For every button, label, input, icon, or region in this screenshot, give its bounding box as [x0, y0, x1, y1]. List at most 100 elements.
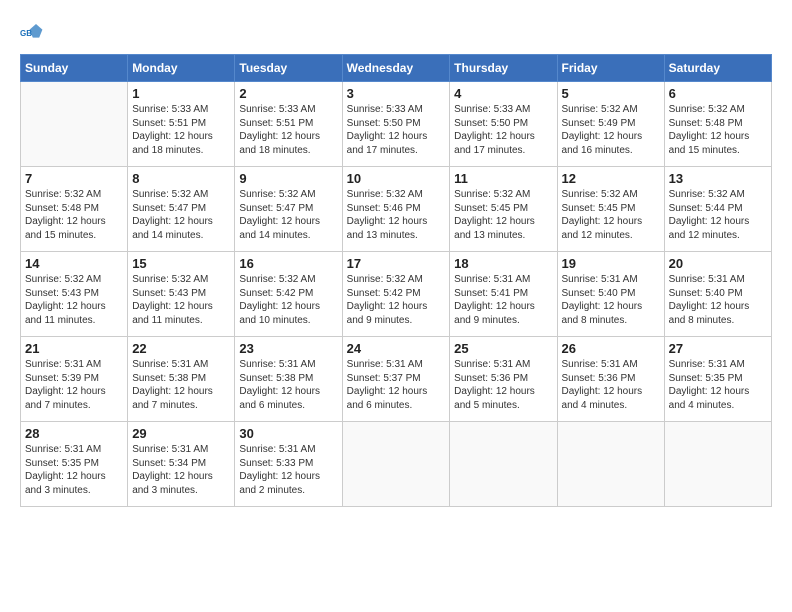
day-number: 14: [25, 256, 123, 271]
day-info: Sunrise: 5:31 AM Sunset: 5:35 PM Dayligh…: [25, 443, 123, 497]
calendar-cell: 15Sunrise: 5:32 AM Sunset: 5:43 PM Dayli…: [128, 252, 235, 337]
calendar-cell: 2 Sunrise: 5:33 AM Sunset: 5:51 PM Daylig…: [235, 82, 342, 167]
calendar-cell: 12 Sunrise: 5:32 AM Sunset: 5:45 PM Dayli…: [557, 167, 664, 252]
calendar-cell: 18 Sunrise: 5:31 AM Sunset: 5:41 PM Dayli…: [450, 252, 557, 337]
calendar-week-row: 1 Sunrise: 5:33 AM Sunset: 5:51 PM Daylig…: [21, 82, 772, 167]
day-number: 4: [454, 86, 552, 101]
day-info: Sunrise: 5:31 AM Sunset: 5:40 PM Dayligh…: [562, 273, 660, 327]
day-info: Sunrise: 5:32 AM Sunset: 5:47 PM Dayligh…: [132, 188, 230, 242]
day-number: 27: [669, 341, 767, 356]
weekday-header: Thursday: [450, 55, 557, 82]
calendar-cell: 27Sunrise: 5:31 AM Sunset: 5:35 PM Dayli…: [664, 337, 771, 422]
day-info: Sunrise: 5:31 AM Sunset: 5:38 PM Dayligh…: [132, 358, 230, 412]
day-info: Sunrise: 5:33 AM Sunset: 5:50 PM Dayligh…: [347, 103, 446, 157]
day-number: 23: [239, 341, 337, 356]
calendar-table: SundayMondayTuesdayWednesdayThursdayFrid…: [20, 54, 772, 507]
day-number: 1: [132, 86, 230, 101]
logo: GB: [20, 20, 48, 44]
day-number: 29: [132, 426, 230, 441]
day-number: 6: [669, 86, 767, 101]
calendar-cell: 10 Sunrise: 5:32 AM Sunset: 5:46 PM Dayli…: [342, 167, 450, 252]
day-number: 11: [454, 171, 552, 186]
calendar-cell: 6 Sunrise: 5:32 AM Sunset: 5:48 PM Daylig…: [664, 82, 771, 167]
calendar-cell: 20 Sunrise: 5:31 AM Sunset: 5:40 PM Dayli…: [664, 252, 771, 337]
weekday-header: Friday: [557, 55, 664, 82]
day-number: 17: [347, 256, 446, 271]
calendar-cell: 11 Sunrise: 5:32 AM Sunset: 5:45 PM Dayli…: [450, 167, 557, 252]
day-info: Sunrise: 5:32 AM Sunset: 5:47 PM Dayligh…: [239, 188, 337, 242]
calendar-cell: 23 Sunrise: 5:31 AM Sunset: 5:38 PM Dayli…: [235, 337, 342, 422]
calendar-cell: 26Sunrise: 5:31 AM Sunset: 5:36 PM Dayli…: [557, 337, 664, 422]
day-number: 25: [454, 341, 552, 356]
weekday-header: Sunday: [21, 55, 128, 82]
calendar-cell: 3Sunrise: 5:33 AM Sunset: 5:50 PM Daylig…: [342, 82, 450, 167]
weekday-header: Wednesday: [342, 55, 450, 82]
day-info: Sunrise: 5:32 AM Sunset: 5:49 PM Dayligh…: [562, 103, 660, 157]
day-info: Sunrise: 5:32 AM Sunset: 5:42 PM Dayligh…: [347, 273, 446, 327]
weekday-header: Tuesday: [235, 55, 342, 82]
calendar-cell: 9 Sunrise: 5:32 AM Sunset: 5:47 PM Daylig…: [235, 167, 342, 252]
calendar-cell: 30Sunrise: 5:31 AM Sunset: 5:33 PM Dayli…: [235, 422, 342, 507]
day-number: 8: [132, 171, 230, 186]
day-info: Sunrise: 5:32 AM Sunset: 5:42 PM Dayligh…: [239, 273, 337, 327]
day-info: Sunrise: 5:33 AM Sunset: 5:50 PM Dayligh…: [454, 103, 552, 157]
day-info: Sunrise: 5:31 AM Sunset: 5:38 PM Dayligh…: [239, 358, 337, 412]
day-info: Sunrise: 5:32 AM Sunset: 5:46 PM Dayligh…: [347, 188, 446, 242]
day-number: 9: [239, 171, 337, 186]
weekday-header: Saturday: [664, 55, 771, 82]
day-number: 7: [25, 171, 123, 186]
calendar-cell: 17 Sunrise: 5:32 AM Sunset: 5:42 PM Dayli…: [342, 252, 450, 337]
day-number: 20: [669, 256, 767, 271]
day-number: 13: [669, 171, 767, 186]
calendar-cell: [557, 422, 664, 507]
calendar-cell: 28 Sunrise: 5:31 AM Sunset: 5:35 PM Dayli…: [21, 422, 128, 507]
day-info: Sunrise: 5:31 AM Sunset: 5:37 PM Dayligh…: [347, 358, 446, 412]
day-info: Sunrise: 5:32 AM Sunset: 5:43 PM Dayligh…: [25, 273, 123, 327]
day-info: Sunrise: 5:32 AM Sunset: 5:45 PM Dayligh…: [454, 188, 552, 242]
calendar-cell: [450, 422, 557, 507]
calendar-cell: [342, 422, 450, 507]
calendar-cell: 7 Sunrise: 5:32 AM Sunset: 5:48 PM Daylig…: [21, 167, 128, 252]
calendar-week-row: 28 Sunrise: 5:31 AM Sunset: 5:35 PM Dayli…: [21, 422, 772, 507]
day-info: Sunrise: 5:31 AM Sunset: 5:40 PM Dayligh…: [669, 273, 767, 327]
day-info: Sunrise: 5:31 AM Sunset: 5:34 PM Dayligh…: [132, 443, 230, 497]
day-number: 28: [25, 426, 123, 441]
day-number: 22: [132, 341, 230, 356]
day-info: Sunrise: 5:31 AM Sunset: 5:39 PM Dayligh…: [25, 358, 123, 412]
calendar-header-row: SundayMondayTuesdayWednesdayThursdayFrid…: [21, 55, 772, 82]
day-number: 21: [25, 341, 123, 356]
calendar-cell: 13 Sunrise: 5:32 AM Sunset: 5:44 PM Dayli…: [664, 167, 771, 252]
day-number: 10: [347, 171, 446, 186]
calendar-cell: 25Sunrise: 5:31 AM Sunset: 5:36 PM Dayli…: [450, 337, 557, 422]
day-info: Sunrise: 5:32 AM Sunset: 5:43 PM Dayligh…: [132, 273, 230, 327]
page-header: GB: [20, 20, 772, 44]
calendar-cell: 24 Sunrise: 5:31 AM Sunset: 5:37 PM Dayli…: [342, 337, 450, 422]
calendar-cell: 5 Sunrise: 5:32 AM Sunset: 5:49 PM Daylig…: [557, 82, 664, 167]
day-info: Sunrise: 5:33 AM Sunset: 5:51 PM Dayligh…: [132, 103, 230, 157]
calendar-cell: [21, 82, 128, 167]
day-number: 26: [562, 341, 660, 356]
day-number: 2: [239, 86, 337, 101]
calendar-week-row: 7 Sunrise: 5:32 AM Sunset: 5:48 PM Daylig…: [21, 167, 772, 252]
day-number: 5: [562, 86, 660, 101]
calendar-week-row: 21 Sunrise: 5:31 AM Sunset: 5:39 PM Dayli…: [21, 337, 772, 422]
calendar-cell: 22 Sunrise: 5:31 AM Sunset: 5:38 PM Dayli…: [128, 337, 235, 422]
day-number: 30: [239, 426, 337, 441]
calendar-week-row: 14 Sunrise: 5:32 AM Sunset: 5:43 PM Dayli…: [21, 252, 772, 337]
calendar-cell: 4 Sunrise: 5:33 AM Sunset: 5:50 PM Daylig…: [450, 82, 557, 167]
day-info: Sunrise: 5:32 AM Sunset: 5:44 PM Dayligh…: [669, 188, 767, 242]
day-info: Sunrise: 5:32 AM Sunset: 5:48 PM Dayligh…: [25, 188, 123, 242]
logo-icon: GB: [20, 20, 44, 44]
calendar-cell: 21 Sunrise: 5:31 AM Sunset: 5:39 PM Dayli…: [21, 337, 128, 422]
day-number: 18: [454, 256, 552, 271]
calendar-cell: 14 Sunrise: 5:32 AM Sunset: 5:43 PM Dayli…: [21, 252, 128, 337]
day-number: 24: [347, 341, 446, 356]
day-number: 16: [239, 256, 337, 271]
day-info: Sunrise: 5:32 AM Sunset: 5:48 PM Dayligh…: [669, 103, 767, 157]
day-info: Sunrise: 5:32 AM Sunset: 5:45 PM Dayligh…: [562, 188, 660, 242]
calendar-cell: [664, 422, 771, 507]
day-info: Sunrise: 5:33 AM Sunset: 5:51 PM Dayligh…: [239, 103, 337, 157]
day-info: Sunrise: 5:31 AM Sunset: 5:41 PM Dayligh…: [454, 273, 552, 327]
day-number: 12: [562, 171, 660, 186]
calendar-cell: 1 Sunrise: 5:33 AM Sunset: 5:51 PM Daylig…: [128, 82, 235, 167]
